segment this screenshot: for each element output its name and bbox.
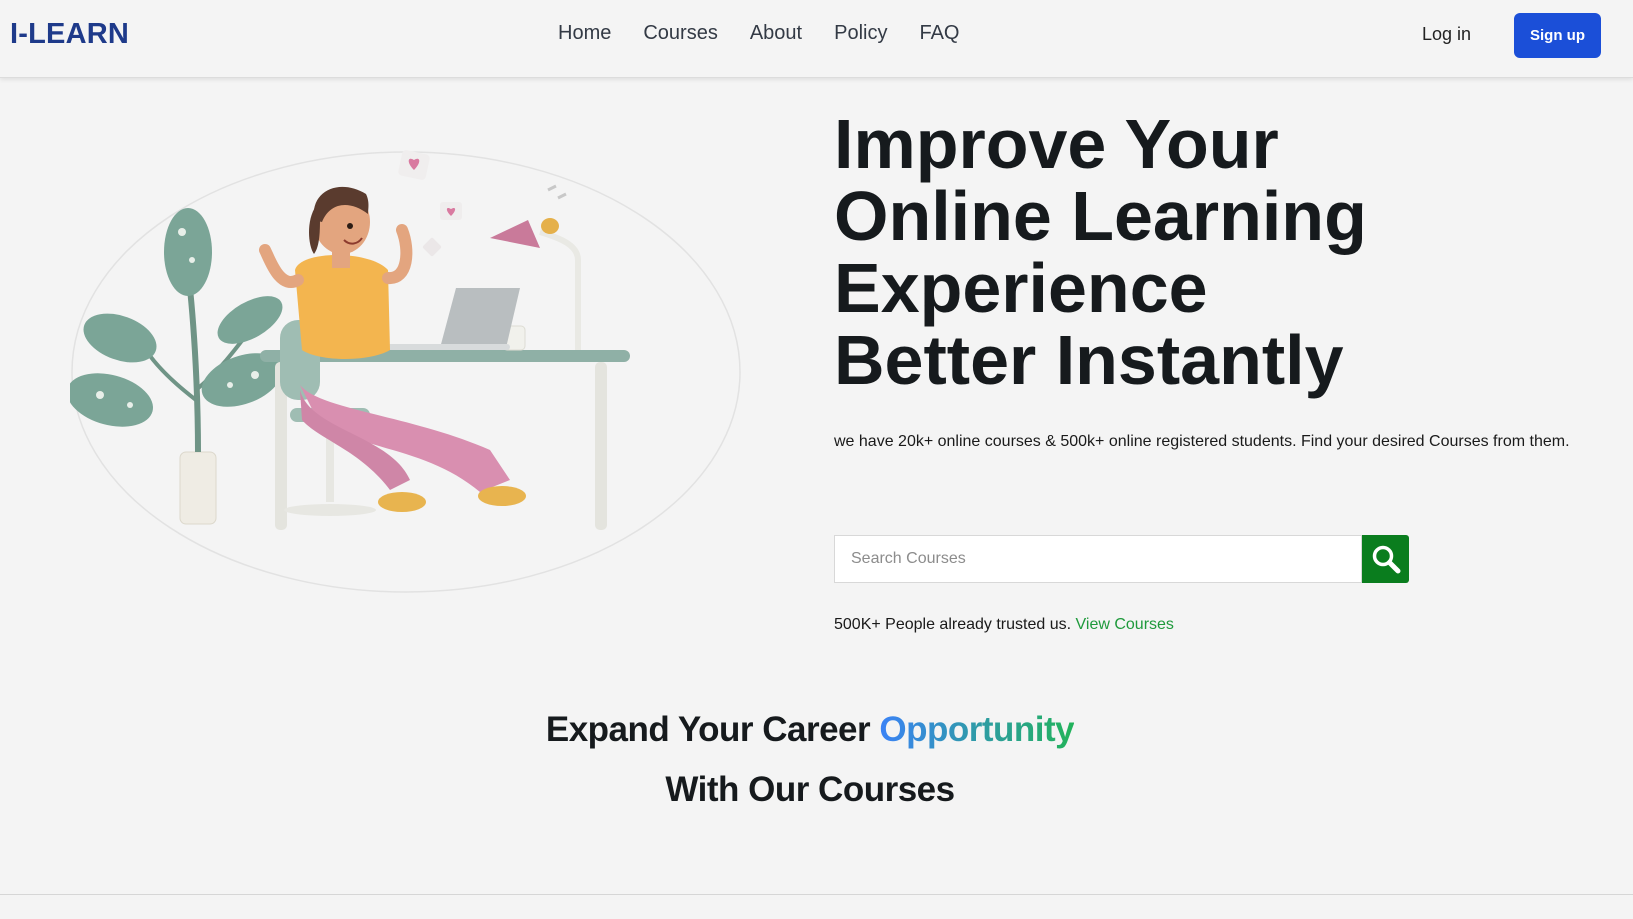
- section-title-line2: With Our Courses: [665, 770, 955, 809]
- hero-title-line-4: Better Instantly: [834, 321, 1344, 399]
- search-icon: [1372, 545, 1400, 574]
- login-link[interactable]: Log in: [1422, 24, 1471, 45]
- search-input[interactable]: [834, 535, 1362, 583]
- brand-logo[interactable]: I-LEARN: [10, 18, 129, 51]
- trust-statement: 500K+ People already trusted us.: [834, 616, 1072, 633]
- search-button[interactable]: [1362, 535, 1409, 583]
- main-nav: Home Courses About Policy FAQ: [558, 22, 991, 45]
- trust-text: 500K+ People already trusted us. View Co…: [834, 616, 1174, 634]
- hero-title-line-3: Experience: [834, 249, 1208, 327]
- hero-description: we have 20k+ online courses & 500k+ onli…: [834, 433, 1570, 450]
- nav-home[interactable]: Home: [558, 22, 611, 45]
- section-title-part1: Expand Your Career: [545, 710, 871, 749]
- hero-illustration: [70, 150, 741, 593]
- nav-faq[interactable]: FAQ: [919, 22, 959, 45]
- floating-icons: [398, 150, 567, 257]
- section-title: Expand Your Career Opportunity With Our …: [0, 700, 1620, 820]
- signup-button[interactable]: Sign up: [1514, 13, 1601, 58]
- nav-policy[interactable]: Policy: [834, 22, 887, 45]
- section-title-highlight: Opportunity: [879, 710, 1075, 749]
- course-search: [834, 535, 1409, 583]
- hero-title-line-2: Online Learning: [834, 177, 1367, 255]
- hero-title-line-1: Improve Your: [834, 105, 1279, 183]
- divider: [0, 894, 1633, 895]
- nav-about[interactable]: About: [750, 22, 802, 45]
- plant-illustration: [70, 208, 283, 525]
- view-courses-link[interactable]: View Courses: [1076, 616, 1174, 633]
- top-navbar: I-LEARN Home Courses About Policy FAQ Lo…: [0, 0, 1633, 78]
- nav-courses[interactable]: Courses: [643, 22, 717, 45]
- hero-title: Improve Your Online Learning Experience …: [834, 108, 1594, 396]
